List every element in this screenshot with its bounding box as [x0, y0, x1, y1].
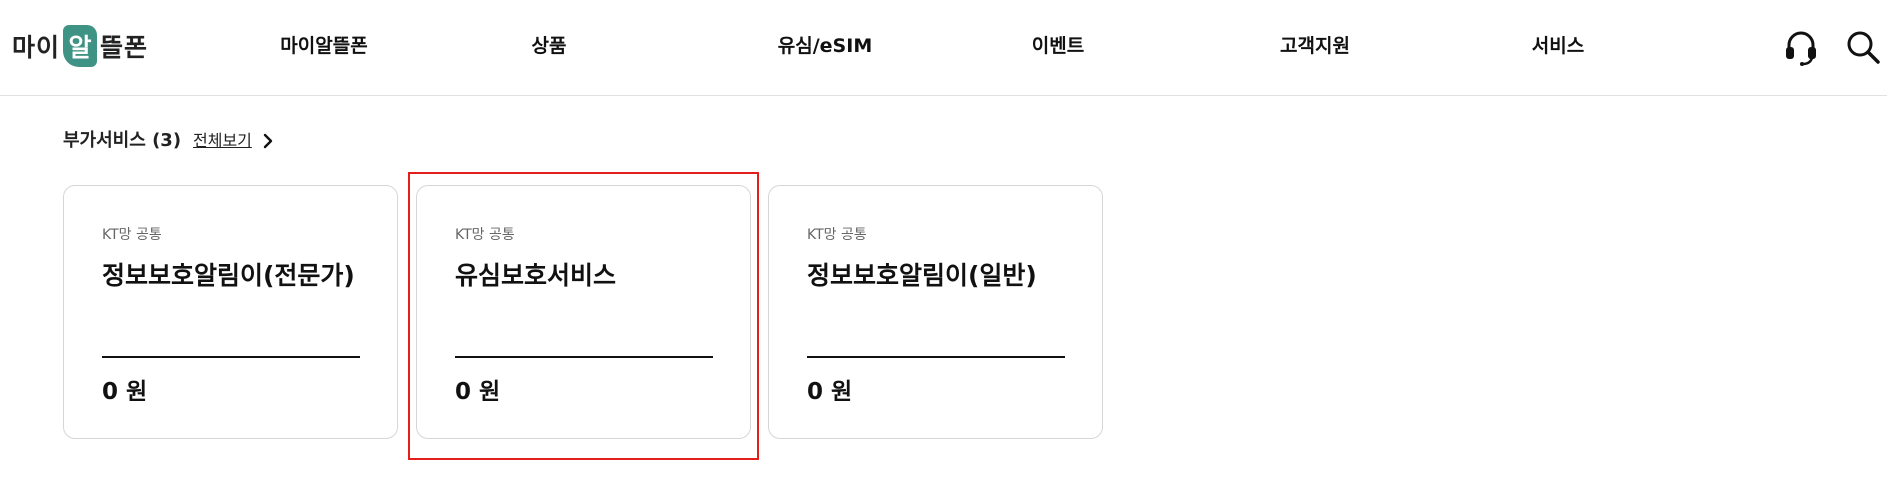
- chevron-right-icon[interactable]: [259, 132, 277, 150]
- card-tag: KT망 공통: [455, 227, 515, 243]
- nav-item-my-mvno[interactable]: 마이알뜰폰: [280, 33, 367, 59]
- service-card[interactable]: KT망 공통 정보보호알림이(전문가) 0 원: [63, 185, 398, 439]
- logo-text-pre: 마이: [12, 33, 61, 62]
- card-title: 정보보호알림이(일반): [807, 261, 1037, 290]
- site-logo[interactable]: 마이 알 뜰폰: [12, 24, 148, 68]
- card-title: 유심보호서비스: [455, 261, 617, 290]
- card-tag: KT망 공통: [102, 227, 162, 243]
- nav-item-customer-support[interactable]: 고객지원: [1280, 33, 1350, 59]
- service-card[interactable]: KT망 공통 유심보호서비스 0 원: [416, 185, 751, 439]
- nav-item-events[interactable]: 이벤트: [1032, 33, 1084, 59]
- card-tag: KT망 공통: [807, 227, 867, 243]
- search-icon[interactable]: [1843, 27, 1883, 67]
- nav-item-products[interactable]: 상품: [532, 33, 567, 59]
- card-divider: [102, 356, 360, 358]
- service-card[interactable]: KT망 공통 정보보호알림이(일반) 0 원: [768, 185, 1103, 439]
- nav-item-usim-esim[interactable]: 유심/eSIM: [778, 33, 872, 59]
- headset-icon[interactable]: [1781, 27, 1821, 67]
- top-header: 마이 알 뜰폰 마이알뜰폰 상품 유심/eSIM 이벤트 고객지원 서비스: [0, 0, 1887, 96]
- card-title: 정보보호알림이(전문가): [102, 261, 355, 290]
- card-price: 0 원: [102, 379, 148, 405]
- card-price: 0 원: [807, 379, 853, 405]
- card-divider: [807, 356, 1065, 358]
- logo-text-post: 뜰폰: [100, 33, 149, 62]
- card-divider: [455, 356, 713, 358]
- logo-mark: 알: [63, 25, 98, 67]
- card-price: 0 원: [455, 379, 501, 405]
- section-title: 부가서비스 (3): [63, 130, 182, 151]
- view-all-link[interactable]: 전체보기: [193, 128, 252, 154]
- nav-item-services[interactable]: 서비스: [1532, 33, 1584, 59]
